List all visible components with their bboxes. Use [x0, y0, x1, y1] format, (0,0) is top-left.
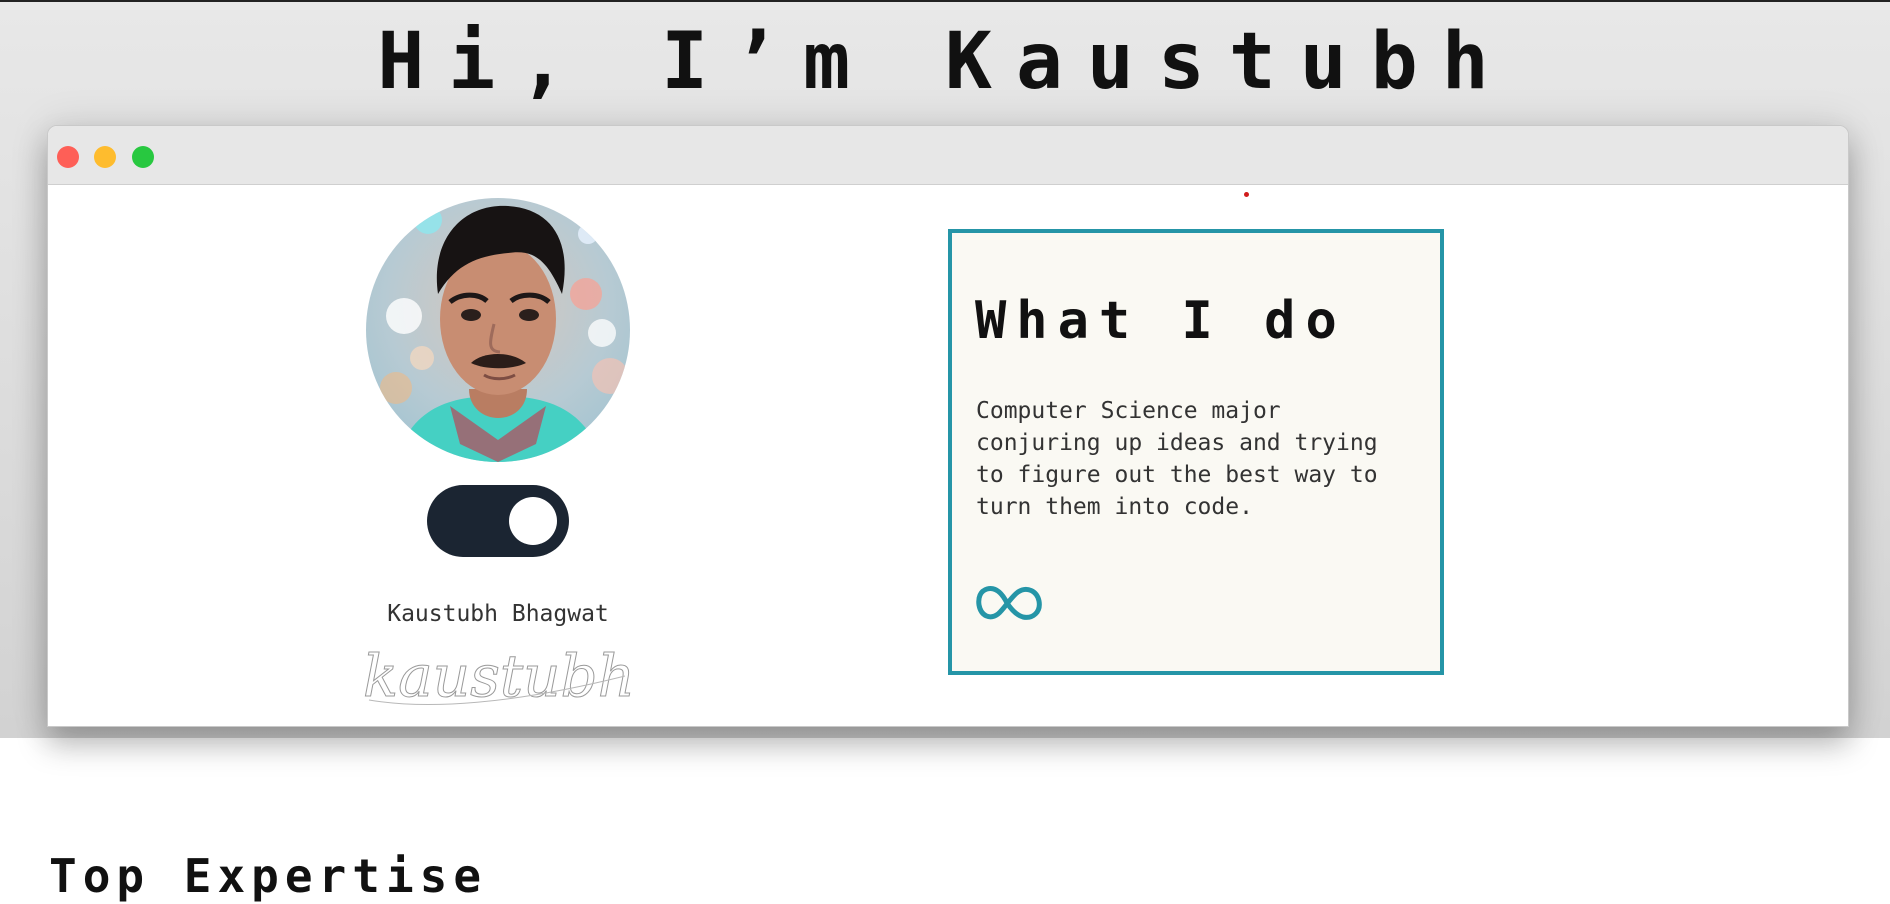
card-description: Computer Science major conjuring up idea… [976, 398, 1378, 520]
top-expertise-title: Top Expertise [49, 849, 488, 903]
profile-name: Kaustubh Bhagwat [387, 601, 609, 627]
hero-title: Hi, I’m Kaustubh [377, 17, 1513, 107]
theme-toggle[interactable] [427, 485, 569, 557]
hero-section: Hi, I’m Kaustubh Kaustubh Bhagwat kaustu… [0, 0, 1890, 738]
profile-area: Kaustubh Bhagwat kaustubh [348, 198, 678, 718]
maximize-window-button[interactable] [132, 146, 154, 168]
minimize-window-button[interactable] [94, 146, 116, 168]
what-i-do-card: What I do Computer Science major conjuri… [948, 229, 1444, 675]
browser-window: Kaustubh Bhagwat kaustubh What I do Comp… [47, 125, 1849, 727]
avatar-photo-icon [366, 198, 630, 462]
close-window-button[interactable] [57, 146, 79, 168]
infinity-icon [976, 586, 1042, 620]
signature-icon: kaustubh [363, 646, 633, 711]
avatar [366, 198, 630, 462]
cursor-dot [1244, 192, 1249, 197]
window-titlebar [48, 126, 1848, 185]
theme-toggle-knob [509, 497, 557, 545]
card-title: What I do [975, 291, 1347, 351]
